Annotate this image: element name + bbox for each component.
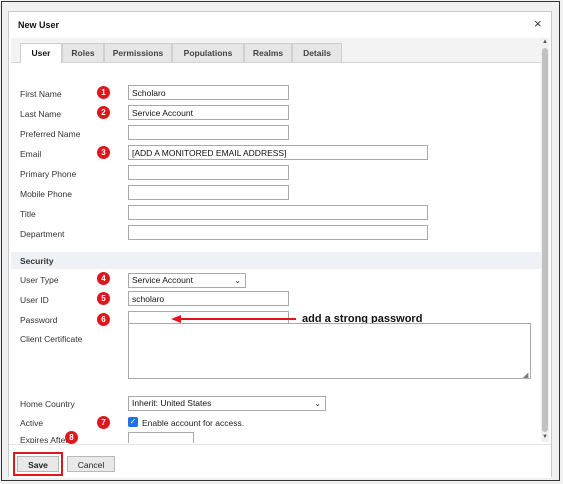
dialog-content[interactable]: User Roles Permissions Populations Realm… (11, 38, 541, 443)
first-name-input[interactable] (128, 85, 289, 100)
annotation-arrow-head (171, 315, 181, 323)
step-badge-5: 5 (97, 292, 110, 305)
check-icon: ✓ (129, 417, 137, 426)
user-id-input[interactable] (128, 291, 289, 306)
step-badge-1: 1 (97, 86, 110, 99)
first-name-label: First Name (20, 89, 62, 99)
step-badge-8: 8 (65, 431, 78, 444)
user-id-label: User ID (20, 295, 49, 305)
active-checkbox-label[interactable]: Enable account for access. (142, 418, 244, 428)
expires-after-input[interactable] (128, 432, 194, 443)
tab-user[interactable]: User (20, 43, 62, 63)
primary-phone-label: Primary Phone (20, 169, 77, 179)
client-certificate-label: Client Certificate (20, 334, 83, 344)
vertical-scrollbar[interactable]: ▲ ▼ (541, 38, 549, 442)
department-input[interactable] (128, 225, 428, 240)
last-name-input[interactable] (128, 105, 289, 120)
password-label: Password (20, 315, 58, 325)
department-label: Department (20, 229, 65, 239)
resize-grip-icon[interactable]: ◢ (523, 371, 528, 379)
save-button[interactable]: Save (17, 456, 59, 472)
scroll-up-icon[interactable]: ▲ (541, 38, 549, 47)
home-country-label: Home Country (20, 399, 75, 409)
scroll-down-icon[interactable]: ▼ (541, 433, 549, 442)
step-badge-6: 6 (97, 313, 110, 326)
expires-after-label: Expires After (20, 435, 69, 443)
mobile-phone-label: Mobile Phone (20, 189, 72, 199)
chevron-down-icon: ⌄ (234, 276, 241, 285)
tab-populations[interactable]: Populations (172, 43, 244, 62)
cancel-button[interactable]: Cancel (67, 456, 115, 472)
title-label: Title (20, 209, 36, 219)
home-country-value: Inherit: United States (132, 398, 212, 408)
email-input[interactable] (128, 145, 428, 160)
tab-details[interactable]: Details (292, 43, 342, 62)
last-name-label: Last Name (20, 109, 62, 119)
annotation-arrow-line (180, 318, 296, 320)
step-badge-7: 7 (97, 416, 110, 429)
preferred-name-label: Preferred Name (20, 129, 81, 139)
dialog-titlebar: New User × (9, 12, 551, 40)
tab-bar: User Roles Permissions Populations Realm… (11, 38, 541, 63)
mobile-phone-input[interactable] (128, 185, 289, 200)
step-badge-3: 3 (97, 146, 110, 159)
chevron-down-icon: ⌄ (314, 399, 321, 408)
preferred-name-input[interactable] (128, 125, 289, 140)
title-input[interactable] (128, 205, 428, 220)
step-badge-4: 4 (97, 272, 110, 285)
tab-realms[interactable]: Realms (244, 43, 292, 62)
primary-phone-input[interactable] (128, 165, 289, 180)
tab-permissions[interactable]: Permissions (104, 43, 172, 62)
new-user-dialog: New User × User Roles Permissions Popula… (8, 11, 552, 478)
user-type-select[interactable]: Service Account ⌄ (128, 273, 246, 288)
close-icon[interactable]: × (534, 16, 542, 32)
active-checkbox[interactable]: ✓ (128, 417, 138, 427)
security-section-header: Security (11, 252, 541, 269)
step-badge-2: 2 (97, 106, 110, 119)
user-type-label: User Type (20, 275, 59, 285)
security-section-title: Security (20, 256, 54, 266)
scrollbar-thumb[interactable] (542, 48, 548, 432)
tab-roles[interactable]: Roles (62, 43, 104, 62)
email-label: Email (20, 149, 42, 159)
home-country-select[interactable]: Inherit: United States ⌄ (128, 396, 326, 411)
active-label: Active (20, 418, 44, 428)
user-type-value: Service Account (132, 275, 193, 285)
dialog-title: New User (18, 20, 60, 30)
client-certificate-textarea[interactable] (128, 323, 531, 379)
dialog-footer: Save Cancel (9, 444, 551, 478)
